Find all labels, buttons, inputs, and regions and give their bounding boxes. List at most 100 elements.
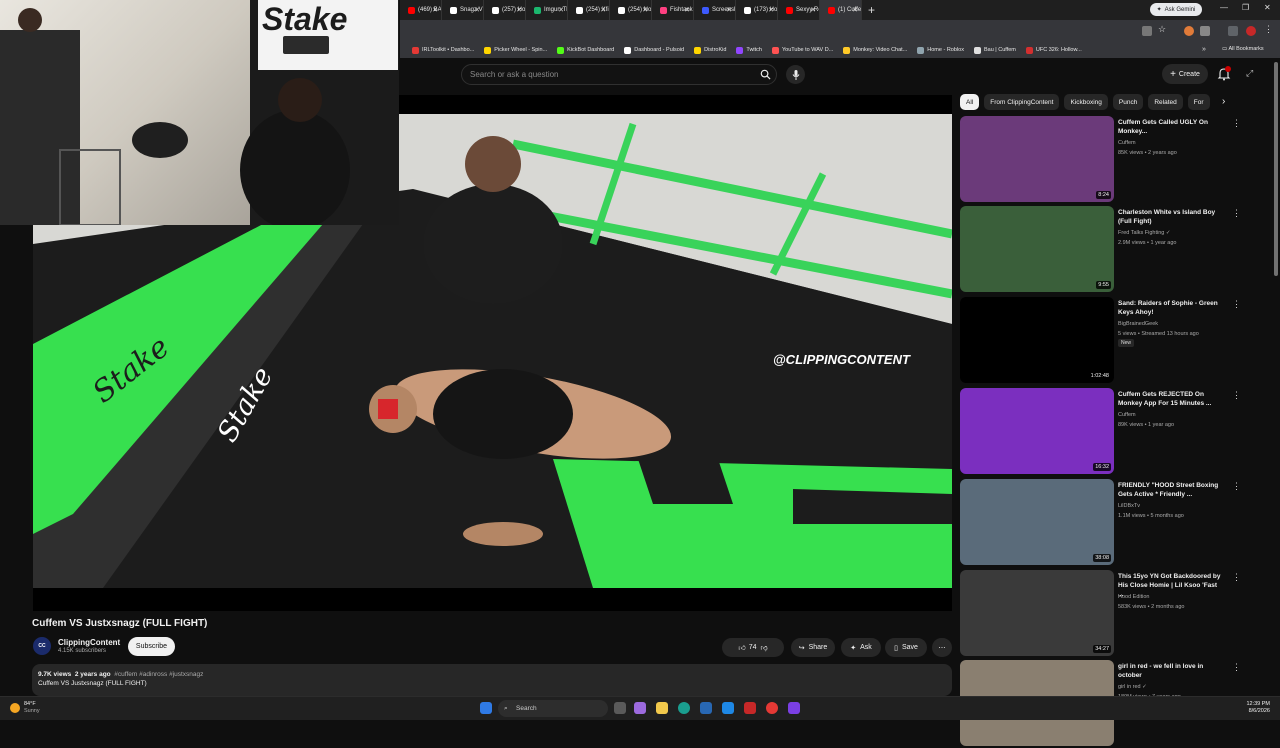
recommended-title[interactable]: Charleston White vs Island Boy (Full Fig… (1118, 208, 1223, 226)
subscribe-button[interactable]: Subscribe (128, 637, 175, 656)
voice-search-button[interactable] (786, 65, 805, 84)
close-tab-icon[interactable]: ✕ (810, 6, 816, 14)
chevron-right-icon[interactable]: » (1202, 46, 1206, 53)
more-vertical-icon[interactable]: ⋮ (1232, 208, 1241, 219)
close-tab-icon[interactable]: ✕ (768, 6, 774, 14)
recommended-title[interactable]: girl in red - we fell in love in october (1118, 662, 1223, 680)
browser-tab[interactable]: (257) Hom✕ (484, 0, 526, 20)
cast-icon[interactable] (1142, 26, 1152, 36)
close-tab-icon[interactable]: ✕ (600, 6, 606, 14)
recommended-video[interactable]: 34:27 This 15yo YN Got Backdoored by His… (960, 570, 1270, 658)
bookmark-item[interactable]: Monkey: Video Chat... (843, 46, 907, 54)
recommended-video[interactable]: 9:55 Charleston White vs Island Boy (Ful… (960, 206, 1270, 294)
puzzle-icon[interactable] (1200, 26, 1210, 36)
description-box[interactable]: 9.7K views 2 years ago #cuffem #adinross… (32, 664, 952, 696)
all-bookmarks-link[interactable]: ▭ All Bookmarks (1222, 46, 1264, 52)
video-thumbnail[interactable]: 34:27 (960, 570, 1114, 656)
video-thumbnail[interactable]: 1:02:48 (960, 297, 1114, 383)
app-icon[interactable] (744, 702, 756, 714)
bookmark-item[interactable]: Dashboard - Pulsoid (624, 46, 684, 54)
filter-chip[interactable]: All (960, 94, 980, 110)
browser-tab[interactable]: Fishtank.l ✕ (652, 0, 694, 20)
close-tab-icon[interactable]: ✕ (726, 6, 732, 14)
recommended-video[interactable]: 38:08 FRIENDLY "HOOD Street Boxing Gets … (960, 479, 1270, 567)
filter-chip[interactable]: For (1187, 94, 1210, 110)
recommended-channel[interactable]: Cuffem (1118, 412, 1136, 418)
recommended-channel[interactable]: Fred Talks Fighting ✓ (1118, 230, 1171, 236)
hashtags[interactable]: #cuffem #adinross #justxsnagz (114, 671, 203, 678)
ask-button[interactable]: ✦ Ask (841, 638, 881, 657)
share-button[interactable]: ↪ Share (791, 638, 835, 657)
browser-tab[interactable]: (254) Not ✕ (610, 0, 652, 20)
browser-tab[interactable]: Imgur: The✕ (526, 0, 568, 20)
bookmark-item[interactable]: YouTube to WAV D... (772, 46, 833, 54)
mail-icon[interactable] (722, 702, 734, 714)
recommended-title[interactable]: FRIENDLY "HOOD Street Boxing Gets Active… (1118, 481, 1223, 499)
menu-icon[interactable]: ⋮ (1264, 24, 1274, 34)
sidepanel-icon[interactable] (1228, 26, 1238, 36)
store-icon[interactable] (700, 702, 712, 714)
task-view-icon[interactable] (614, 702, 626, 714)
clock[interactable]: 12:39 PM 8/6/2026 (1246, 701, 1270, 715)
scrollbar[interactable] (1274, 62, 1278, 276)
close-tab-icon[interactable]: ✕ (516, 6, 522, 14)
filter-chip[interactable]: Related (1148, 94, 1183, 110)
close-tab-icon[interactable]: ✕ (852, 6, 858, 14)
ask-gemini-button[interactable]: ✦ Ask Gemini (1150, 3, 1202, 16)
like-button[interactable]: 👍︎ 74 (738, 643, 756, 652)
video-thumbnail[interactable]: 16:32 (960, 388, 1114, 474)
more-actions-button[interactable]: ⋯ (932, 638, 952, 657)
close-tab-icon[interactable]: ✕ (432, 6, 438, 14)
close-tab-icon[interactable]: ✕ (474, 6, 480, 14)
more-vertical-icon[interactable]: ⋮ (1232, 118, 1241, 129)
browser-tab[interactable]: (254) Xfir ✕ (568, 0, 610, 20)
star-icon[interactable]: ☆ (1158, 24, 1168, 34)
recommended-video[interactable]: 1:02:48 Sand: Raiders of Sophie - Green … (960, 297, 1270, 385)
recommended-title[interactable]: Cuffem Gets REJECTED On Monkey App For 1… (1118, 390, 1223, 408)
recommended-title[interactable]: Sand: Raiders of Sophie - Green Keys Aho… (1118, 299, 1223, 317)
minimize-icon[interactable]: — (1220, 3, 1228, 12)
bookmark-item[interactable]: DistroKid (694, 46, 726, 54)
video-thumbnail[interactable]: 8:24 (960, 116, 1114, 202)
new-tab-button[interactable]: + (868, 3, 875, 17)
chevron-right-icon[interactable]: › (1222, 96, 1225, 107)
bookmark-item[interactable]: KickBot Dashboard (557, 46, 614, 54)
browser-tab[interactable]: Snagz VS✕ (442, 0, 484, 20)
chrome-icon[interactable] (766, 702, 778, 714)
more-vertical-icon[interactable]: ⋮ (1232, 390, 1241, 401)
channel-avatar[interactable]: CC (33, 637, 51, 655)
weather-widget[interactable]: 84°F Sunny (10, 701, 40, 715)
browser-tab[interactable]: Screensho✕ (694, 0, 736, 20)
browser-tab[interactable]: (173) Hon✕ (736, 0, 778, 20)
recommended-channel[interactable]: BigBrainedGeek (1118, 321, 1158, 327)
discord-icon[interactable] (788, 702, 800, 714)
maximize-icon[interactable]: ❐ (1242, 3, 1249, 12)
recommended-channel[interactable]: LilDBxTv (1118, 503, 1140, 509)
search-input[interactable]: Search or ask a question (461, 64, 777, 85)
recommended-video[interactable]: 16:32 Cuffem Gets REJECTED On Monkey App… (960, 388, 1270, 476)
bookmark-item[interactable]: IRLToolkit • Dashbo... (412, 46, 474, 54)
bookmark-item[interactable]: Twitch (736, 46, 762, 54)
search-button[interactable] (753, 64, 777, 85)
close-window-icon[interactable]: ✕ (1264, 3, 1271, 12)
recommended-channel[interactable]: girl in red ✓ (1118, 684, 1147, 690)
more-vertical-icon[interactable]: ⋮ (1232, 299, 1241, 310)
recommended-channel[interactable]: Hood Edition (1118, 594, 1150, 600)
close-tab-icon[interactable]: ✕ (558, 6, 564, 14)
bookmark-item[interactable]: UFC 326: Hollow... (1025, 46, 1082, 54)
bookmark-item[interactable]: Picker Wheel - Spin... (484, 46, 547, 54)
profile-avatar[interactable] (1246, 26, 1256, 36)
video-thumbnail[interactable]: 9:55 (960, 206, 1114, 292)
filter-chip[interactable]: From ClippingContent (984, 94, 1060, 110)
bookmark-item[interactable]: Home - Roblox (917, 46, 964, 54)
video-thumbnail[interactable]: 38:08 (960, 479, 1114, 565)
recommended-channel[interactable]: Cuffem (1118, 140, 1136, 146)
save-button[interactable]: ▯ Save (885, 638, 927, 657)
close-tab-icon[interactable]: ✕ (642, 6, 648, 14)
edge-icon[interactable] (678, 702, 690, 714)
start-icon[interactable] (480, 702, 492, 714)
more-vertical-icon[interactable]: ⋮ (1232, 662, 1241, 673)
browser-tab[interactable]: (1) Cuffem✕ (820, 0, 862, 20)
taskbar-search[interactable]: ⌕ Search (498, 700, 608, 717)
file-explorer-icon[interactable] (656, 702, 668, 714)
